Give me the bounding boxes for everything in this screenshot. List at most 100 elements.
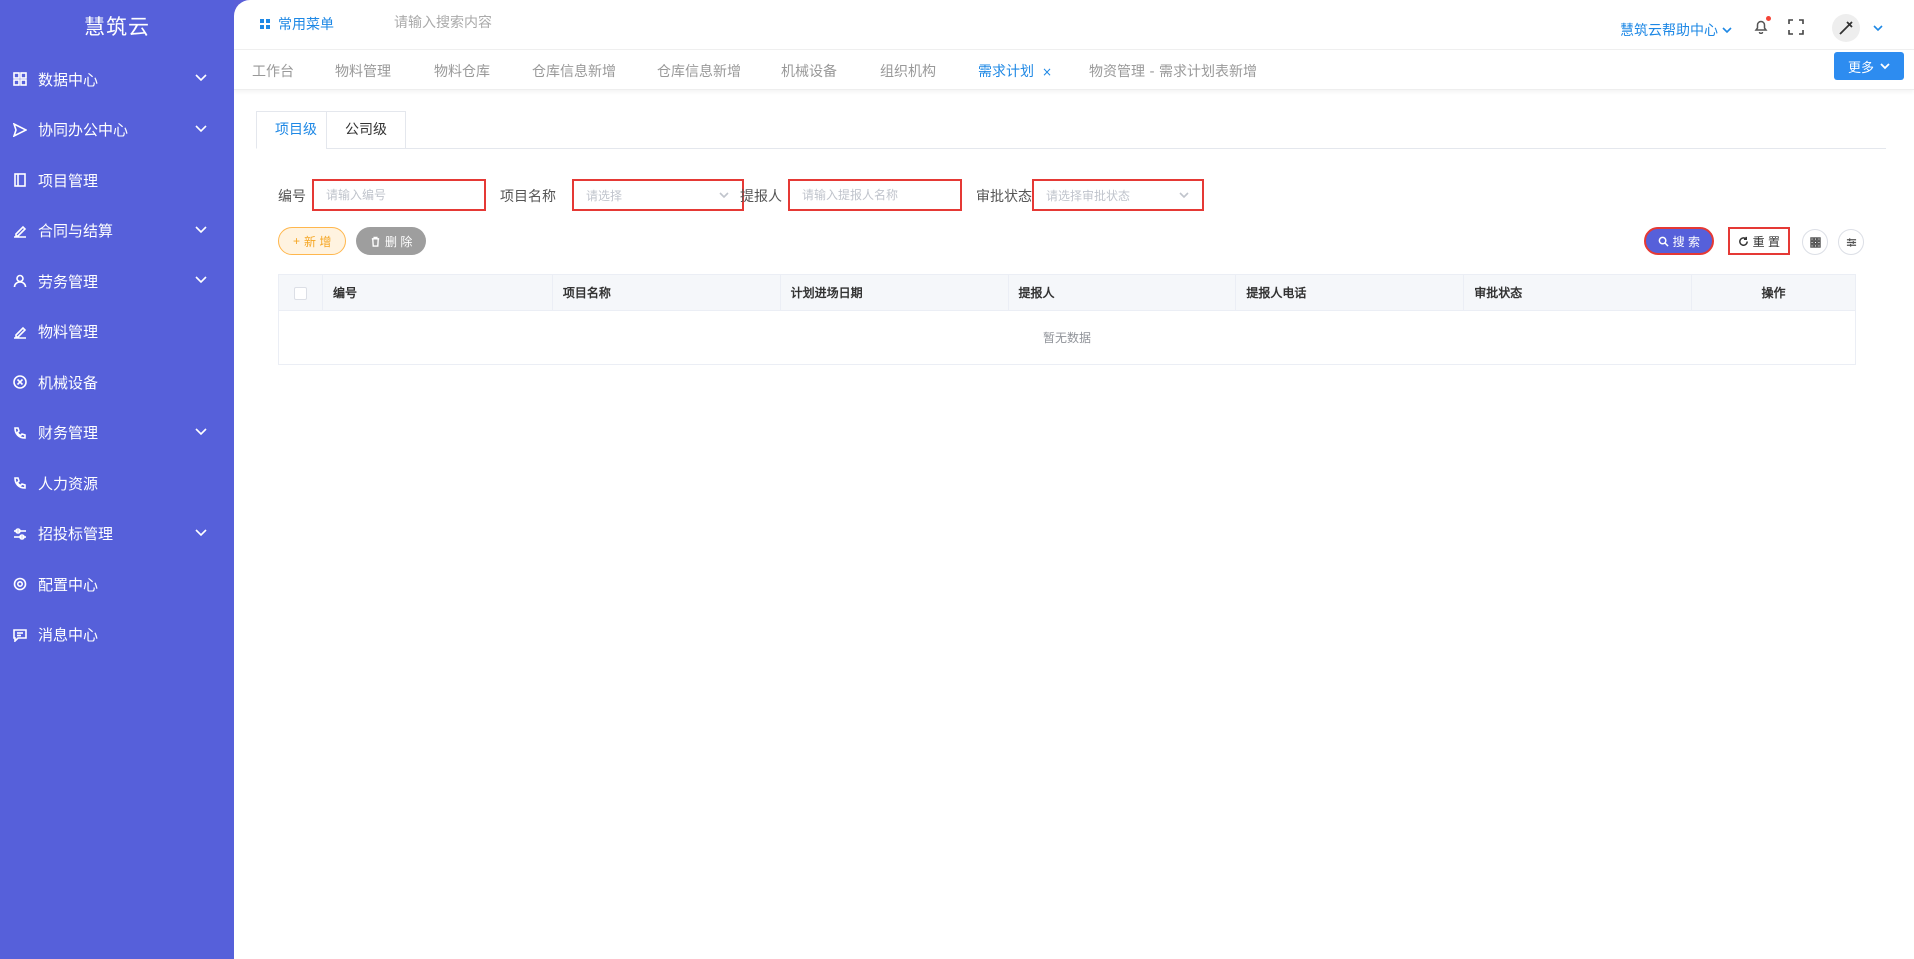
- column-header: 编号: [321, 274, 553, 311]
- tab-organization[interactable]: 组织机构: [880, 61, 936, 81]
- phone-icon: [12, 475, 28, 491]
- table-header-row: 编号 项目名称 计划进场日期 提报人 提报人电话 审批状态 操作: [278, 274, 1856, 311]
- reset-button[interactable]: 重 置: [1727, 227, 1790, 255]
- chevron-down-icon: [1880, 63, 1890, 70]
- column-header: 计划进场日期: [779, 274, 1009, 311]
- sidebar-item-label: 劳务管理: [38, 272, 99, 291]
- sliders-icon: [1846, 237, 1856, 247]
- sidebar-item-material[interactable]: 物料管理: [0, 307, 234, 358]
- send-icon: [12, 122, 28, 138]
- search-icon: [1658, 236, 1669, 247]
- chevron-down-icon: [194, 121, 208, 139]
- tab-company-level[interactable]: 公司级: [326, 111, 406, 149]
- top-bar: 常用菜单 慧筑云帮助中心: [234, 0, 1914, 50]
- avatar[interactable]: [1832, 14, 1860, 42]
- edit-icon: [12, 324, 28, 340]
- chevron-down-icon: [1873, 25, 1883, 32]
- column-header: 操作: [1691, 274, 1856, 311]
- tab-machinery[interactable]: 机械设备: [781, 61, 837, 81]
- sliders-icon: [12, 526, 28, 542]
- table-row: 暂无数据: [278, 310, 1856, 365]
- chevron-down-icon: [194, 272, 208, 290]
- sidebar-item-label: 数据中心: [38, 70, 99, 89]
- page-tabs: 工作台 物料管理 物料仓库 仓库信息新增 仓库信息新增 机械设备 组织机构 需求…: [234, 50, 1914, 90]
- user-avatar-icon: [1839, 21, 1853, 35]
- tab-material-management[interactable]: 物料管理: [335, 61, 391, 81]
- chevron-down-icon: [194, 525, 208, 543]
- add-label: 新 增: [304, 234, 332, 249]
- grid-icon: [12, 71, 28, 87]
- phone-icon: [12, 425, 28, 441]
- user-menu-dropdown[interactable]: [1872, 22, 1884, 38]
- sidebar-item-hr[interactable]: 人力资源: [0, 458, 234, 509]
- sidebar-item-label: 物料管理: [38, 323, 99, 342]
- sidebar-item-bidding[interactable]: 招投标管理: [0, 509, 234, 560]
- tab-workbench[interactable]: 工作台: [252, 61, 294, 81]
- chevron-down-icon: [194, 70, 208, 88]
- sidebar-item-contract[interactable]: 合同与结算: [0, 206, 234, 257]
- sidebar: 慧筑云 数据中心 协同办公中心 项目管理 合同与结算 劳务管理 物料管理 机械设…: [0, 0, 234, 959]
- common-menu-button[interactable]: 常用菜单: [260, 14, 334, 34]
- column-header: 提报人电话: [1235, 274, 1465, 311]
- reporter-label: 提报人: [740, 189, 782, 205]
- fullscreen-button[interactable]: [1788, 19, 1804, 35]
- close-icon[interactable]: ×: [1042, 65, 1052, 79]
- sidebar-item-label: 合同与结算: [38, 222, 114, 241]
- more-tabs-button[interactable]: 更多: [1834, 52, 1904, 80]
- sidebar-item-label: 机械设备: [38, 373, 99, 392]
- tab-label: 需求计划: [978, 64, 1034, 80]
- select-all-checkbox[interactable]: [293, 286, 307, 300]
- sidebar-item-label: 消息中心: [38, 626, 99, 645]
- add-button[interactable]: + 新 增: [278, 227, 347, 255]
- trash-icon: [371, 236, 380, 247]
- sidebar-item-label: 配置中心: [38, 575, 99, 594]
- sidebar-menu: 数据中心 协同办公中心 项目管理 合同与结算 劳务管理 物料管理 机械设备 财务…: [0, 54, 234, 660]
- chevron-down-icon: [1179, 192, 1189, 199]
- notification-button[interactable]: [1753, 16, 1771, 36]
- plus-icon: +: [293, 234, 301, 248]
- brand-logo: 慧筑云: [84, 15, 150, 39]
- sidebar-item-collab-office[interactable]: 协同办公中心: [0, 105, 234, 156]
- help-center-dropdown[interactable]: 慧筑云帮助中心: [1620, 20, 1732, 40]
- tab-demand-plan-add[interactable]: 物资管理 - 需求计划表新增: [1089, 61, 1257, 81]
- sidebar-item-label: 项目管理: [38, 171, 99, 190]
- approval-status-select[interactable]: 请选择审批状态: [1032, 179, 1204, 211]
- edit-icon: [12, 223, 28, 239]
- search-button[interactable]: 搜 索: [1643, 227, 1714, 255]
- column-header: 项目名称: [551, 274, 781, 311]
- tab-warehouse-add-1[interactable]: 仓库信息新增: [532, 61, 616, 81]
- sidebar-item-config[interactable]: 配置中心: [0, 559, 234, 610]
- sidebar-item-data-center[interactable]: 数据中心: [0, 54, 234, 105]
- reset-label: 重 置: [1752, 234, 1780, 249]
- tab-warehouse-add-2[interactable]: 仓库信息新增: [657, 61, 741, 81]
- delete-label: 删 除: [385, 234, 413, 249]
- search-label: 搜 索: [1672, 234, 1700, 249]
- sidebar-item-machinery[interactable]: 机械设备: [0, 357, 234, 408]
- book-icon: [12, 172, 28, 188]
- sidebar-item-label: 人力资源: [38, 474, 99, 493]
- chevron-down-icon: [194, 424, 208, 442]
- grid-view-icon: [1809, 236, 1821, 248]
- reporter-input[interactable]: [788, 179, 962, 211]
- project-name-select[interactable]: 请选择: [572, 179, 744, 211]
- filter-settings-button[interactable]: [1838, 229, 1864, 255]
- code-input[interactable]: [312, 179, 486, 211]
- tab-project-level[interactable]: 项目级: [256, 111, 336, 149]
- sidebar-item-finance[interactable]: 财务管理: [0, 408, 234, 459]
- project-name-placeholder: 请选择: [586, 188, 623, 203]
- column-settings-button[interactable]: [1802, 229, 1828, 255]
- delete-button[interactable]: 删 除: [356, 227, 427, 255]
- tab-demand-plan[interactable]: 需求计划 ×: [978, 61, 1052, 81]
- global-search-input[interactable]: [394, 12, 594, 34]
- chevron-down-icon: [719, 192, 729, 199]
- sidebar-item-project[interactable]: 项目管理: [0, 155, 234, 206]
- code-label: 编号: [278, 189, 306, 205]
- tab-material-warehouse[interactable]: 物料仓库: [434, 61, 490, 81]
- empty-state: 暂无数据: [278, 310, 1856, 365]
- chevron-down-icon: [194, 222, 208, 240]
- sidebar-item-messages[interactable]: 消息中心: [0, 610, 234, 661]
- sidebar-item-labor[interactable]: 劳务管理: [0, 256, 234, 307]
- project-name-label: 项目名称: [500, 189, 556, 205]
- more-label: 更多: [1847, 60, 1874, 76]
- fullscreen-icon: [1788, 19, 1804, 35]
